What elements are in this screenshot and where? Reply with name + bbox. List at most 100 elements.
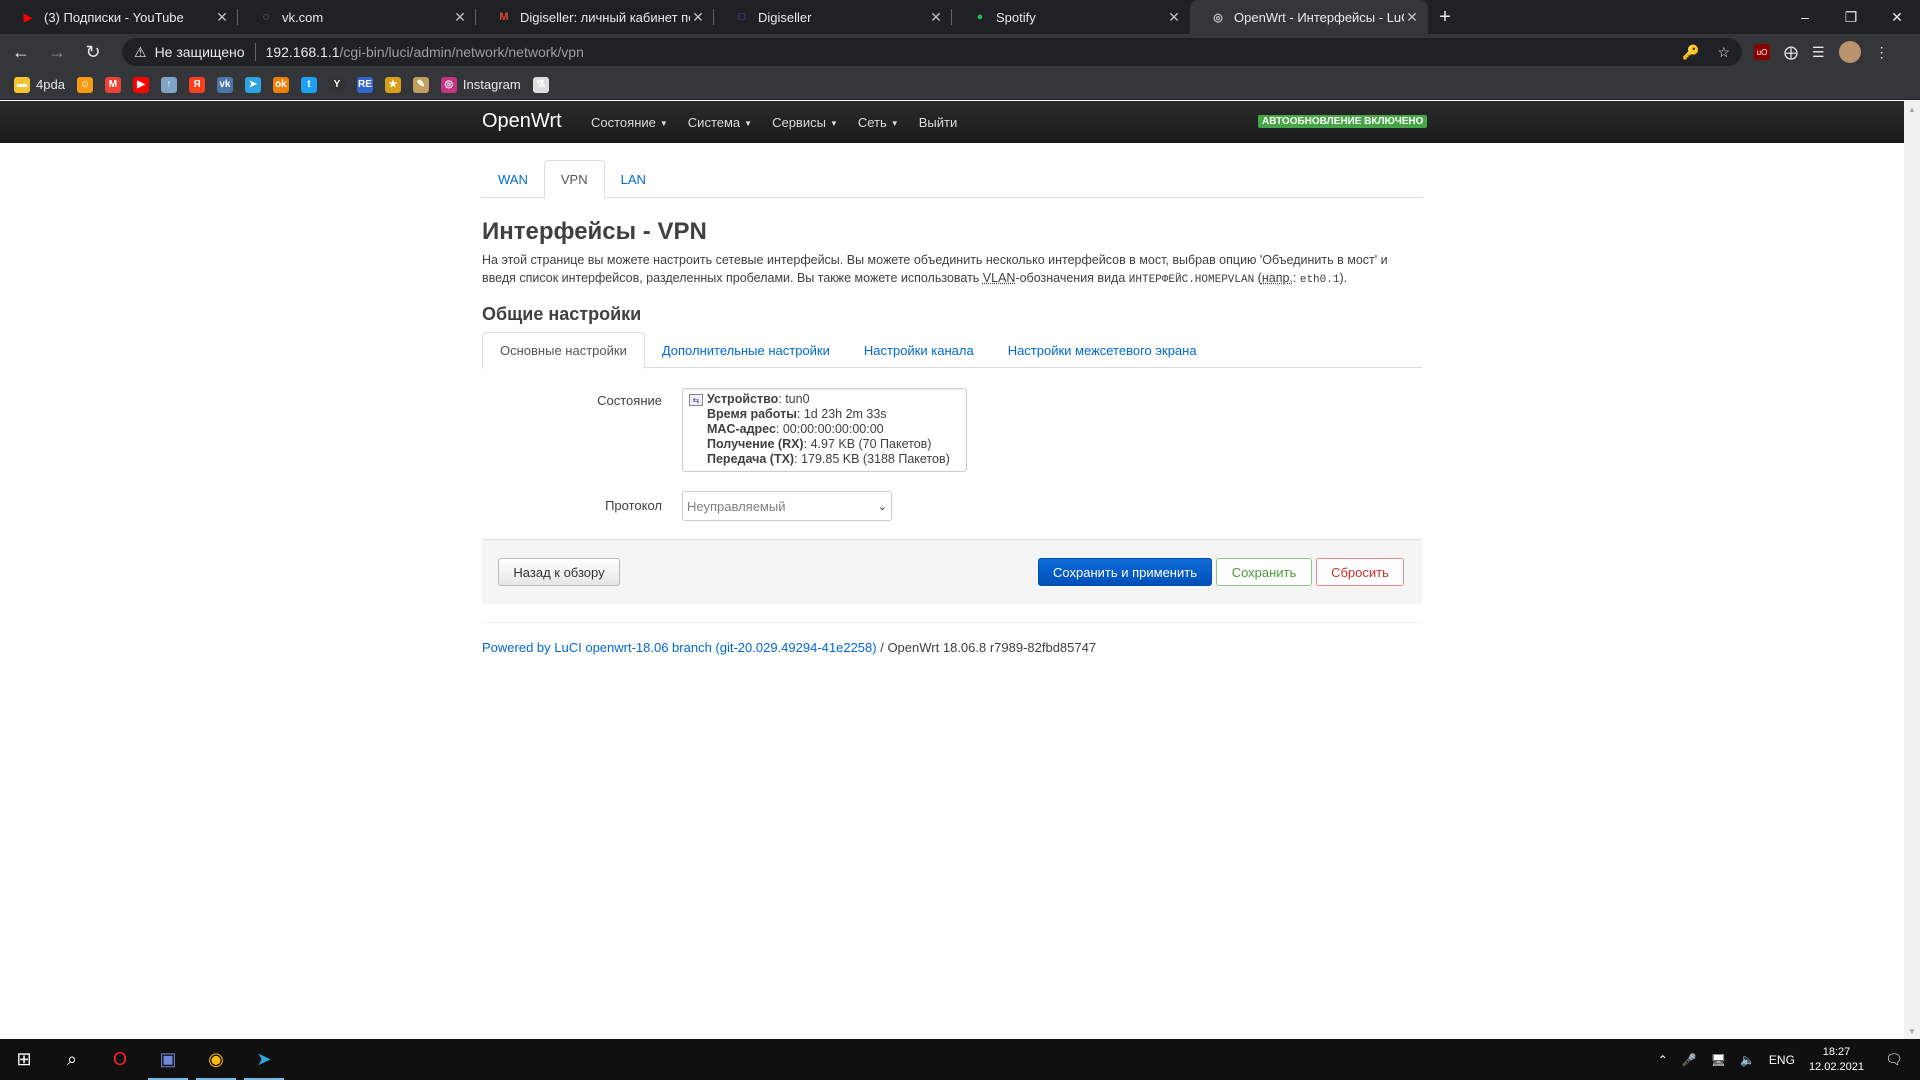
restore-icon[interactable]: ❐ <box>1828 0 1874 34</box>
browser-tab[interactable]: □ Digiseller ✕ <box>714 0 952 34</box>
status-key: MAC-адрес <box>707 422 776 436</box>
menu-item[interactable]: Система ▼ <box>688 115 752 130</box>
windows-start-icon[interactable]: ⊞ <box>0 1039 48 1080</box>
footer-divider <box>482 622 1422 623</box>
bookmark[interactable]: ▶ <box>132 76 149 93</box>
bookmark[interactable]: ▬ 4pda <box>14 76 65 93</box>
forward-icon[interactable]: → <box>42 37 72 67</box>
interface-tabs: WAN VPN LAN <box>482 160 1422 199</box>
bookmark[interactable]: ◎ Instagram <box>440 76 521 93</box>
network-icon[interactable]: 🖥 <box>1711 1053 1726 1067</box>
tab-interface[interactable]: LAN <box>605 160 662 198</box>
reading-list-icon[interactable]: ☰ <box>1812 44 1825 61</box>
scroll-down-icon[interactable]: ▼ <box>1904 1023 1920 1039</box>
browser-tab[interactable]: ▶ (3) Подписки - YouTube ✕ <box>0 0 238 34</box>
status-label: Состояние <box>597 393 662 408</box>
menu-item[interactable]: Выйти <box>919 115 958 130</box>
avatar[interactable] <box>1838 41 1861 63</box>
star-icon[interactable]: ☆ <box>1717 44 1730 61</box>
tab-settings[interactable]: Дополнительные настройки <box>645 332 847 368</box>
sticker-icon: ☺ <box>76 76 93 93</box>
minimize-icon[interactable]: – <box>1782 0 1828 34</box>
url-host[interactable]: 192.168.1.1 <box>266 44 340 60</box>
bookmark[interactable]: ok <box>272 76 289 93</box>
tab-settings[interactable]: Настройки межсетевого экрана <box>991 332 1214 368</box>
close-tab-icon[interactable]: ✕ <box>452 9 468 26</box>
microphone-icon[interactable]: 🎤 <box>1682 1053 1697 1067</box>
chevron-up-icon[interactable]: ⌃ <box>1658 1053 1668 1067</box>
bookmark[interactable]: ✎ <box>412 76 429 93</box>
back-to-overview-button[interactable]: Назад к обзору <box>498 558 620 586</box>
bookmark[interactable]: Я <box>188 76 205 93</box>
bookmark[interactable]: ➤ <box>244 76 261 93</box>
browser-tab[interactable]: ◎ OpenWrt - Интерфейсы - LuCI ✕ <box>1190 0 1428 34</box>
save-button[interactable]: Сохранить <box>1216 558 1312 586</box>
protocol-select[interactable]: Неуправляемый ⌄ <box>682 491 892 521</box>
opera-icon[interactable]: O <box>96 1039 144 1080</box>
ublock-icon[interactable]: uO <box>1754 44 1770 60</box>
reload-icon[interactable]: ↻ <box>78 37 108 67</box>
volume-icon[interactable]: 🔈 <box>1740 1053 1755 1067</box>
odnoklassniki-icon: ok <box>272 76 289 93</box>
close-tab-icon[interactable]: ✕ <box>1404 9 1420 26</box>
brand-logo[interactable]: OpenWrt <box>482 110 562 133</box>
digiseller-icon: □ <box>738 11 746 23</box>
new-tab-button[interactable]: + <box>1428 0 1462 34</box>
browser-toolbar: ← → ↻ ⚠ Не защищено 192.168.1.1/cgi-bin/… <box>0 34 1920 70</box>
menu-icon[interactable]: ⋮ <box>1875 44 1889 61</box>
status-key: Время работы <box>707 407 797 421</box>
close-tab-icon[interactable]: ✕ <box>1166 9 1182 26</box>
tab-settings[interactable]: Настройки канала <box>847 332 991 368</box>
browser-tab[interactable]: M Digiseller: личный кабинет поку ✕ <box>476 0 714 34</box>
tab-settings[interactable]: Основные настройки <box>482 332 645 369</box>
bookmark[interactable]: ★ <box>384 76 401 93</box>
language-indicator[interactable]: ENG <box>1769 1053 1795 1067</box>
bookmark[interactable]: ☺ <box>76 76 93 93</box>
menu-item-label: Сервисы <box>772 115 826 130</box>
emblem-icon: ★ <box>384 76 401 93</box>
url-path[interactable]: /cgi-bin/luci/admin/network/network/vpn <box>340 44 584 60</box>
search-icon[interactable]: ⌕ <box>48 1039 96 1080</box>
save-apply-button[interactable]: Сохранить и применить <box>1038 558 1212 586</box>
tab-interface[interactable]: VPN <box>543 160 605 199</box>
security-label[interactable]: Не защищено <box>155 44 245 60</box>
bookmark[interactable]: M <box>104 76 121 93</box>
key-icon[interactable]: 🔑 <box>1682 44 1699 61</box>
bookmark[interactable]: vk <box>216 76 233 93</box>
reset-button[interactable]: Сбросить <box>1316 558 1404 586</box>
caret-down-icon: ▼ <box>659 119 668 129</box>
clock[interactable]: 18:27 12.02.2021 <box>1809 1045 1864 1075</box>
bookmark[interactable]: ↑ <box>160 76 177 93</box>
close-tab-icon[interactable]: ✕ <box>928 9 944 26</box>
discord-icon[interactable]: ▣ <box>144 1039 192 1080</box>
status-box: ⇆ Устройство: tun0 Время работы: 1d 23h 2… <box>682 388 967 472</box>
menu-item[interactable]: Сервисы ▼ <box>772 115 838 130</box>
close-tab-icon[interactable]: ✕ <box>214 9 230 26</box>
y-icon: Y <box>328 76 345 93</box>
chrome-icon[interactable]: ◉ <box>192 1039 240 1080</box>
desc-code-2: eth0.1 <box>1299 274 1340 286</box>
bookmark[interactable]: RE <box>356 76 373 93</box>
extensions-icon[interactable]: ⨁ <box>1784 44 1798 61</box>
browser-tab[interactable]: ◌ vk.com ✕ <box>238 0 476 34</box>
menu-item-label: Сеть <box>857 115 887 130</box>
telegram-icon[interactable]: ➤ <box>240 1039 288 1080</box>
menu-item[interactable]: Состояние ▼ <box>591 115 668 130</box>
tab-interface[interactable]: WAN <box>482 160 544 198</box>
autoupdate-badge[interactable]: АВТООБНОВЛЕНИЕ ВКЛЮЧЕНО <box>1258 115 1428 128</box>
back-icon[interactable]: ← <box>6 37 36 67</box>
address-bar[interactable]: ⚠ Не защищено 192.168.1.1/cgi-bin/luci/a… <box>122 38 1742 66</box>
scroll-up-icon[interactable]: ▲ <box>1904 101 1920 117</box>
notification-icon[interactable]: 🗨 <box>1878 1051 1910 1068</box>
bookmark[interactable]: t <box>300 76 317 93</box>
menu-item[interactable]: Сеть ▼ <box>858 115 899 130</box>
browser-tab[interactable]: ● Spotify ✕ <box>952 0 1190 34</box>
warning-icon[interactable]: ⚠ <box>134 44 147 61</box>
bookmark[interactable]: ⚗ <box>532 76 549 93</box>
status-value: 1d 23h 2m 33s <box>803 407 887 421</box>
scrollbar[interactable]: ▲ ▼ <box>1904 101 1920 1039</box>
close-window-icon[interactable]: ✕ <box>1874 0 1920 34</box>
luci-link[interactable]: Powered by LuCI openwrt-18.06 branch (gi… <box>482 640 877 655</box>
bookmark[interactable]: Y <box>328 76 345 93</box>
close-tab-icon[interactable]: ✕ <box>690 9 706 26</box>
